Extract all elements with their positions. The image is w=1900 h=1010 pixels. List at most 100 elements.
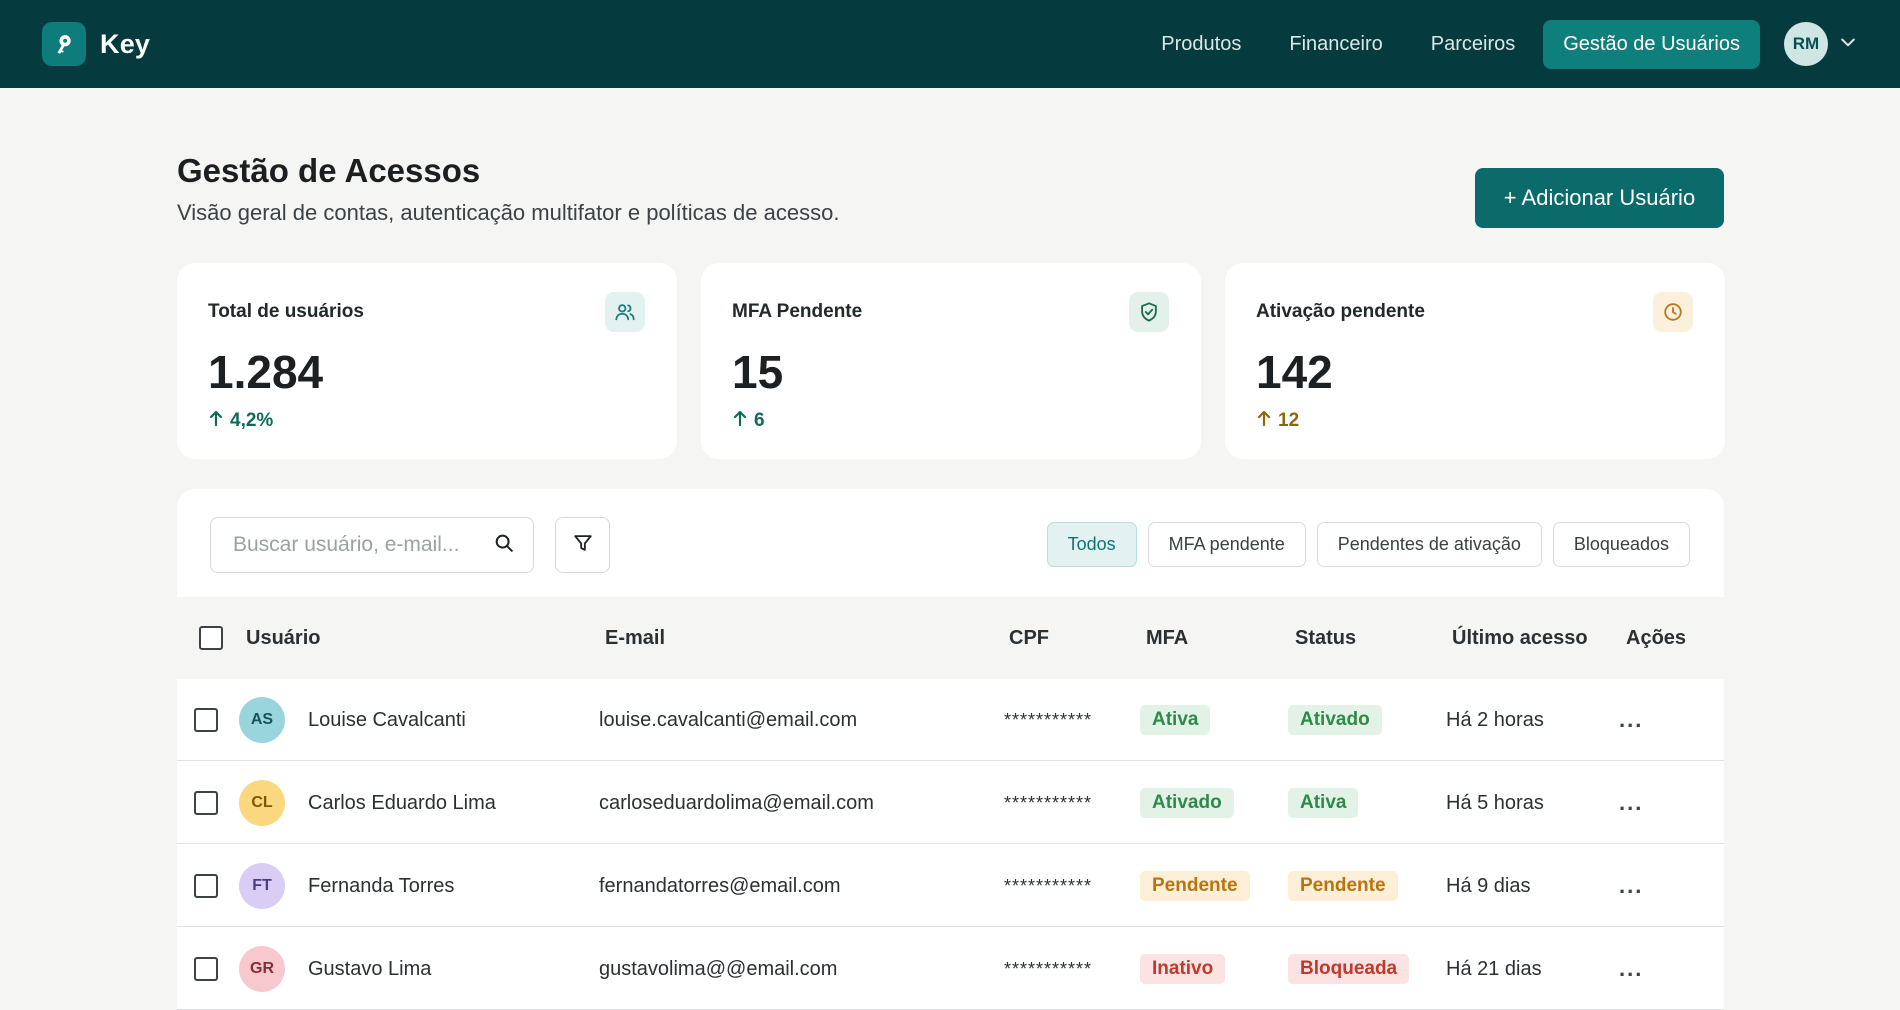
add-user-button[interactable]: + Adicionar Usuário	[1475, 168, 1724, 228]
select-all-cell	[199, 597, 223, 679]
clock-icon	[1653, 292, 1693, 332]
actions-cell: ...	[1619, 762, 1643, 844]
col-email[interactable]: E-mail	[605, 597, 665, 679]
actions-cell: ...	[1619, 845, 1643, 927]
table-row[interactable]: CL Carlos Eduardo Lima carloseduardolima@e…	[177, 762, 1724, 844]
chip-todos[interactable]: Todos	[1046, 522, 1137, 567]
col-usuario[interactable]: Usuário	[246, 597, 320, 679]
arrow-up-icon	[208, 409, 224, 433]
top-bar: Key Produtos Financeiro Parceiros Gestão…	[0, 0, 1900, 88]
table-row[interactable]: AS Louise Cavalcanti louise.cavalcanti@ema…	[177, 679, 1724, 761]
avatar-cell: CL	[239, 762, 285, 844]
row-checkbox-cell	[194, 762, 218, 844]
status-cell: Bloqueada	[1288, 928, 1410, 1010]
stat-value: 142	[1256, 346, 1333, 398]
status-cell: Pendente	[1288, 845, 1398, 927]
filter-icon	[572, 532, 594, 559]
logo[interactable]: Key	[42, 22, 150, 66]
user-cpf: ***********	[1004, 792, 1093, 813]
user-name[interactable]: Gustavo Lima	[308, 928, 431, 1010]
shield-check-icon	[1129, 292, 1169, 332]
table-row[interactable]: FT Fernanda Torres fernandatorres@email.co…	[177, 845, 1724, 927]
avatar-cell: GR	[239, 928, 285, 1010]
row-checkbox[interactable]	[194, 791, 218, 815]
row-checkbox[interactable]	[194, 874, 218, 898]
chip-pendentes-ativacao[interactable]: Pendentes de ativação	[1316, 522, 1542, 567]
more-actions-icon[interactable]: ...	[1619, 956, 1643, 982]
stat-delta: 12	[1256, 409, 1299, 433]
user-cpf: ***********	[1004, 709, 1093, 730]
last-access: Há 9 dias	[1446, 874, 1531, 897]
main-nav: Produtos Financeiro Parceiros Gestão de …	[1141, 19, 1858, 69]
stat-delta: 6	[732, 409, 765, 433]
search-input[interactable]	[233, 533, 493, 557]
avatar: GR	[239, 946, 285, 992]
table-row[interactable]: GR Gustavo Lima gustavolima@@email.com ****…	[177, 928, 1724, 1010]
more-actions-icon[interactable]: ...	[1619, 873, 1643, 899]
user-menu[interactable]: RM	[1784, 22, 1858, 66]
last-access: Há 5 horas	[1446, 791, 1544, 814]
mfa-badge: Pendente	[1140, 871, 1250, 901]
nav-gestao-usuarios[interactable]: Gestão de Usuários	[1543, 19, 1760, 69]
user-name[interactable]: Fernanda Torres	[308, 845, 454, 927]
mfa-cell: Inativo	[1140, 928, 1226, 1010]
row-checkbox-cell	[194, 928, 218, 1010]
avatar: AS	[239, 697, 285, 743]
col-cpf[interactable]: CPF	[1009, 597, 1049, 679]
col-ultimo-acesso[interactable]: Último acesso	[1452, 597, 1588, 679]
mfa-badge: Ativado	[1140, 788, 1234, 818]
avatar: CL	[239, 780, 285, 826]
user-email: gustavolima@@email.com	[599, 957, 838, 980]
more-actions-icon[interactable]: ...	[1619, 790, 1643, 816]
avatar-cell: FT	[239, 845, 285, 927]
user-cpf: ***********	[1004, 875, 1093, 896]
nav-parceiros[interactable]: Parceiros	[1411, 20, 1535, 69]
col-acoes: Ações	[1626, 626, 1687, 649]
more-actions-icon[interactable]: ...	[1619, 707, 1643, 733]
nav-produtos[interactable]: Produtos	[1141, 20, 1261, 69]
mfa-cell: Ativado	[1140, 762, 1234, 844]
status-badge: Ativa	[1288, 788, 1359, 818]
filter-chips: Todos MFA pendente Pendentes de ativação…	[1046, 522, 1690, 567]
stat-card-activation-pending: Ativação pendente 142 12	[1225, 263, 1725, 459]
status-badge: Ativado	[1288, 705, 1382, 735]
status-badge: Bloqueada	[1288, 954, 1410, 984]
row-checkbox-cell	[194, 679, 218, 761]
mfa-badge: Inativo	[1140, 954, 1226, 984]
user-avatar[interactable]: RM	[1784, 22, 1828, 66]
nav-financeiro[interactable]: Financeiro	[1269, 20, 1402, 69]
users-icon	[605, 292, 645, 332]
chip-bloqueados[interactable]: Bloqueados	[1552, 522, 1690, 567]
status-cell: Ativado	[1288, 679, 1382, 761]
status-badge: Pendente	[1288, 871, 1398, 901]
user-cpf: ***********	[1004, 958, 1093, 979]
select-all-checkbox[interactable]	[199, 626, 223, 650]
stat-value: 1.284	[208, 346, 324, 398]
stat-delta-value: 12	[1278, 410, 1300, 431]
users-table-panel: Todos MFA pendente Pendentes de ativação…	[177, 489, 1724, 1010]
user-email: fernandatorres@email.com	[599, 874, 841, 897]
avatar: FT	[239, 863, 285, 909]
mfa-badge: Ativa	[1140, 705, 1211, 735]
search-icon[interactable]	[493, 532, 515, 559]
user-email: louise.cavalcanti@email.com	[599, 708, 858, 731]
user-email: carloseduardolima@email.com	[599, 791, 874, 814]
actions-cell: ...	[1619, 679, 1643, 761]
search-box[interactable]	[210, 517, 534, 573]
user-name[interactable]: Carlos Eduardo Lima	[308, 762, 496, 844]
stat-label: Total de usuários	[208, 301, 364, 322]
stat-delta: 4,2%	[208, 409, 273, 433]
stat-card-total-users: Total de usuários 1.284 4,2%	[177, 263, 677, 459]
filter-button[interactable]	[555, 517, 610, 573]
stat-value: 15	[732, 346, 784, 398]
chevron-down-icon[interactable]	[1838, 32, 1858, 57]
col-status[interactable]: Status	[1295, 597, 1356, 679]
page-subtitle: Visão geral de contas, autenticação mult…	[177, 200, 840, 225]
col-mfa[interactable]: MFA	[1146, 597, 1188, 679]
user-name[interactable]: Louise Cavalcanti	[308, 679, 466, 761]
row-checkbox[interactable]	[194, 708, 218, 732]
row-checkbox[interactable]	[194, 957, 218, 981]
arrow-up-icon	[732, 409, 748, 433]
key-logo-icon	[42, 22, 86, 66]
chip-mfa-pendente[interactable]: MFA pendente	[1147, 522, 1306, 567]
